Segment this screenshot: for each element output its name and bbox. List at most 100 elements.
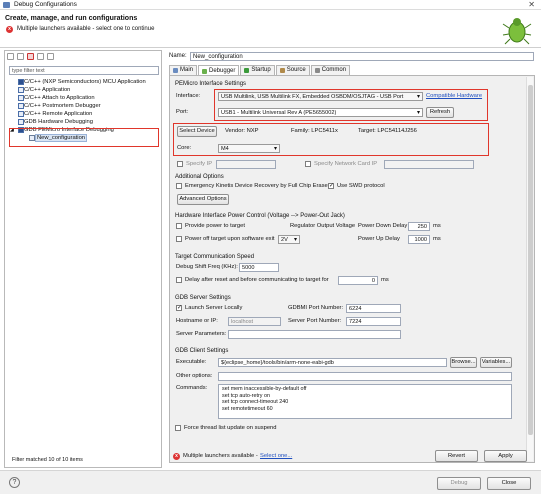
source-icon <box>279 68 285 73</box>
tree-item[interactable]: C/C++ (NXP Semiconductors) MCU Applicati… <box>9 78 161 86</box>
power-off-checkbox[interactable] <box>176 236 182 242</box>
header-message: Multiple launchers available - select on… <box>17 26 155 32</box>
new-config-icon[interactable] <box>7 53 14 60</box>
provide-power-checkbox[interactable] <box>176 223 182 229</box>
name-input[interactable]: New_configuration <box>190 52 534 61</box>
scrollbar-thumb[interactable] <box>528 85 533 435</box>
gdbmi-port-input[interactable]: 6224 <box>346 304 401 313</box>
shift-freq-label: Debug Shift Freq (KHz): <box>176 264 238 270</box>
power-down-label: Power Down Delay <box>358 223 408 229</box>
shift-freq-input[interactable]: 5000 <box>239 263 279 272</box>
power-up-label: Power Up Delay <box>358 236 400 242</box>
delay-after-reset-label: Delay after reset and before communicati… <box>185 277 329 283</box>
force-thread-checkbox[interactable] <box>175 425 181 431</box>
tree-item[interactable]: GDB Hardware Debugging <box>9 118 161 126</box>
config-tree: C/C++ (NXP Semiconductors) MCU Applicati… <box>9 78 161 142</box>
power-off-label: Power off target upon software exit <box>185 236 275 242</box>
port-select[interactable]: USB1 - Multilink Universal Rev A (PE5655… <box>218 108 423 117</box>
command-line: set mem inaccessible-by-default off <box>222 386 307 392</box>
editor-bottom-bar: x Multiple launchers available - Select … <box>166 448 537 466</box>
help-icon[interactable]: ? <box>9 477 20 488</box>
specify-ip-label: Specify IP <box>186 161 213 167</box>
use-swd-checkbox[interactable] <box>328 182 334 189</box>
apply-button[interactable]: Apply <box>484 450 527 462</box>
core-select[interactable]: M4 <box>218 144 280 153</box>
tab-main[interactable]: Main <box>169 65 198 75</box>
server-params-label: Server Parameters: <box>176 331 227 337</box>
tree-toolbar <box>7 53 54 62</box>
other-options-input[interactable] <box>218 372 512 381</box>
force-thread-label: Force thread list update on suspend <box>184 425 277 431</box>
emergency-recovery-checkbox[interactable] <box>176 183 182 189</box>
bottom-message: Multiple launchers available - <box>183 453 258 459</box>
dialog-footer: ? Debug Close <box>0 470 541 494</box>
commands-label: Commands: <box>176 385 208 391</box>
use-swd-label: Use SWD protocol <box>337 183 385 189</box>
window-title: Debug Configurations <box>14 1 77 8</box>
launch-server-label: Launch Server Locally <box>185 305 243 311</box>
select-one-link[interactable]: Select one... <box>260 453 292 459</box>
power-down-input[interactable]: 250 <box>408 222 430 231</box>
comm-section-title: Target Communication Speed <box>175 254 255 260</box>
delay-input[interactable]: 0 <box>338 276 378 285</box>
hostname-input[interactable]: localhost <box>228 317 281 326</box>
c-app-icon <box>18 87 24 93</box>
c-app-icon <box>18 119 24 125</box>
port-label: Port: <box>176 109 189 115</box>
power-up-input[interactable]: 1000 <box>408 235 430 244</box>
compatible-hardware-link[interactable]: Compatible Hardware <box>426 93 482 99</box>
power-up-unit: ms <box>433 236 441 242</box>
server-port-label: Server Port Number: <box>288 318 342 324</box>
tree-item-pemicro[interactable]: ◢ GDB PEMicro Interface Debugging <box>9 126 161 134</box>
network-ip-input[interactable] <box>384 160 474 169</box>
revert-button[interactable]: Revert <box>435 450 478 462</box>
refresh-button[interactable]: Refresh <box>426 107 454 118</box>
command-line: set remotetimeout 60 <box>222 405 273 412</box>
collapse-all-icon[interactable] <box>37 53 44 60</box>
core-label: Core: <box>177 145 192 151</box>
header-title: Create, manage, and run configurations <box>5 15 138 22</box>
config-tabs: Main Debugger Startup Source Common <box>169 65 351 76</box>
tree-item[interactable]: C/C++ Application <box>9 86 161 94</box>
delay-after-reset-checkbox[interactable] <box>176 277 182 283</box>
voltage-select[interactable]: 2V <box>278 235 300 244</box>
tree-item-new-configuration[interactable]: New_configuration <box>9 134 161 142</box>
executable-label: Executable: <box>176 359 207 365</box>
close-button[interactable]: Close <box>487 477 531 490</box>
executable-input[interactable]: ${eclipse_home}/tools/bin/arm-none-eabi-… <box>218 358 447 367</box>
select-device-button[interactable]: Select Device <box>177 126 217 137</box>
debug-button[interactable]: Debug <box>437 477 481 490</box>
expand-triangle-icon[interactable]: ◢ <box>10 126 14 134</box>
tab-source[interactable]: Source <box>275 65 310 75</box>
other-options-label: Other options: <box>176 373 213 379</box>
vertical-scrollbar[interactable] <box>526 77 533 461</box>
specify-network-checkbox[interactable] <box>305 161 311 167</box>
tree-item[interactable]: C/C++ Attach to Application <box>9 94 161 102</box>
tab-startup[interactable]: Startup <box>240 65 275 75</box>
name-label: Name: <box>169 53 187 59</box>
filter-icon[interactable] <box>47 53 54 60</box>
debugger-icon <box>202 68 208 74</box>
commands-textarea[interactable]: set mem inaccessible-by-default off set … <box>218 384 512 419</box>
tab-common[interactable]: Common <box>310 65 351 75</box>
interface-select[interactable]: USB Multilink, USB Multilink FX, Embedde… <box>218 92 423 101</box>
specify-ip-checkbox[interactable] <box>177 161 183 167</box>
filter-input[interactable]: type filter text <box>9 66 159 75</box>
launch-server-checkbox[interactable] <box>176 304 182 311</box>
advanced-options-button[interactable]: Advanced Options <box>177 194 229 205</box>
variables-button[interactable]: Variables... <box>480 357 512 368</box>
server-section-title: GDB Server Settings <box>175 295 231 301</box>
duplicate-icon[interactable] <box>17 53 24 60</box>
startup-icon <box>244 68 250 73</box>
tree-item[interactable]: C/C++ Postmortem Debugger <box>9 102 161 110</box>
close-window-icon[interactable]: ✕ <box>528 0 535 9</box>
tree-item[interactable]: C/C++ Remote Application <box>9 110 161 118</box>
server-params-input[interactable] <box>228 330 401 339</box>
gdbmi-port-label: GDBMI Port Number: <box>288 305 344 311</box>
server-port-input[interactable]: 7224 <box>346 317 401 326</box>
browse-button[interactable]: Browse... <box>450 357 477 368</box>
vendor-text: Vendor: NXP <box>225 128 259 134</box>
delete-icon[interactable] <box>27 53 34 60</box>
hostname-label: Hostname or IP: <box>176 318 218 324</box>
ip-input[interactable] <box>216 160 276 169</box>
